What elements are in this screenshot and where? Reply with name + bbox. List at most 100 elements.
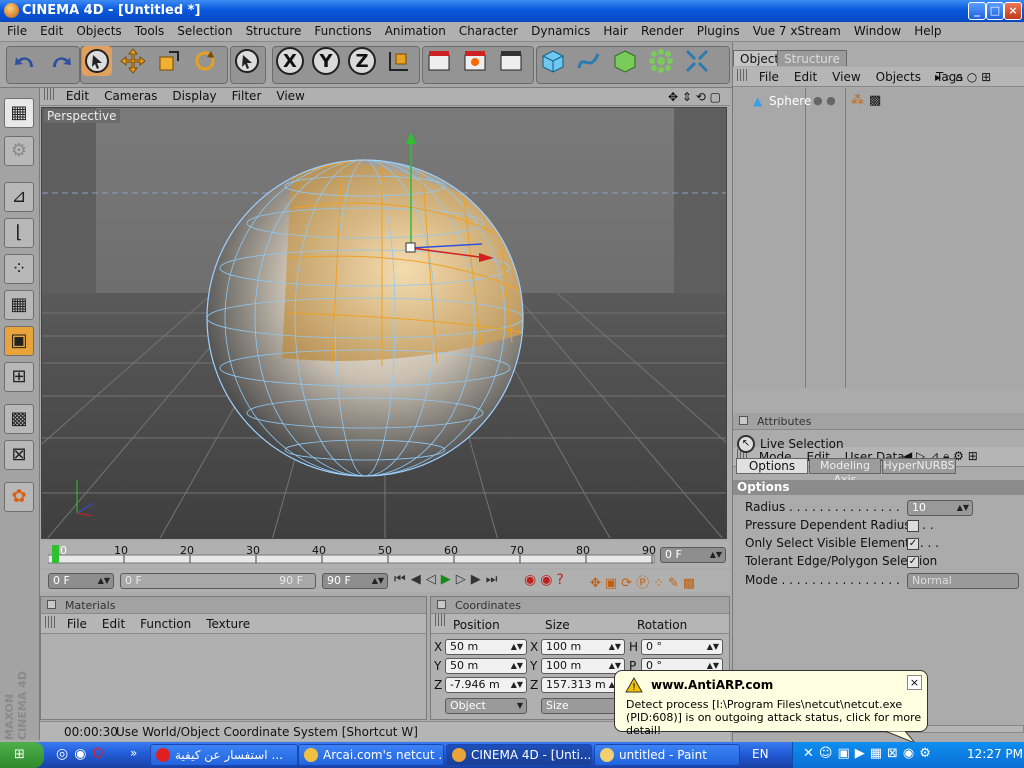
visible-elements-checkbox[interactable]: ✓ (907, 538, 919, 550)
edges-mode-icon[interactable]: ▦ (4, 290, 34, 320)
coordinate-mode-select[interactable]: Object ▼ (445, 698, 527, 714)
redo-icon[interactable] (46, 46, 76, 76)
viewport-menu-cameras[interactable]: Cameras (96, 88, 164, 103)
phong-tag-icon[interactable]: ⁂ (851, 93, 864, 108)
panel-grip-icon[interactable] (44, 88, 54, 100)
minimize-button[interactable]: _ (968, 2, 986, 20)
pressure-radius-checkbox[interactable] (907, 520, 919, 532)
spline-icon[interactable] (574, 46, 604, 76)
key-filter-icons[interactable]: ✥▣⟳Ⓟ⁘✎▩ (590, 572, 699, 591)
array-icon[interactable] (646, 46, 676, 76)
netcut-balloon-notification[interactable]: ! www.AntiARP.com × Detect process [I:\P… (614, 670, 928, 744)
coordinates-collapse-box[interactable] (437, 600, 446, 609)
texture-mode-icon[interactable]: ▩ (4, 404, 34, 434)
menu-hair[interactable]: Hair (596, 22, 634, 38)
tab-hypernurbs[interactable]: HyperNURBS (882, 458, 956, 474)
points-mode-icon[interactable]: ⁘ (4, 254, 34, 284)
move-icon[interactable] (118, 46, 148, 76)
menu-objects[interactable]: Objects (69, 22, 127, 38)
menu-edit[interactable]: Edit (33, 22, 69, 38)
menu-render[interactable]: Render (634, 22, 690, 38)
deformer-icon[interactable] (682, 46, 712, 76)
language-indicator[interactable]: EN (752, 747, 769, 761)
nurbs-icon[interactable] (610, 46, 640, 76)
playback-controls[interactable]: ⏮◀◁▶▷▶⏭ (394, 572, 502, 587)
start-frame-field[interactable]: 0 F ▲▼ (48, 573, 114, 589)
taskbar-item-opera[interactable]: استفسار عن كيفية ... (150, 744, 298, 766)
make-editable-icon[interactable]: ⚙ (4, 136, 34, 166)
x-axis-lock-icon[interactable]: X (276, 47, 304, 75)
size-z-field[interactable]: 157.313 m▲▼ (541, 677, 625, 693)
menu-help[interactable]: Help (907, 22, 947, 38)
object-mode-icon[interactable]: ⊿ (4, 182, 34, 212)
radius-field[interactable]: 10 ▲▼ (907, 500, 973, 516)
undo-icon[interactable] (10, 46, 40, 76)
tab-modeling-axis[interactable]: Modeling Axis (809, 458, 881, 486)
menu-plugins[interactable]: Plugins (690, 22, 746, 38)
animation-mode-icon[interactable]: ✿ (4, 482, 34, 512)
close-button[interactable]: × (1004, 2, 1022, 20)
render-settings-icon[interactable] (496, 46, 526, 76)
menu-file[interactable]: File (0, 22, 33, 38)
current-frame-field[interactable]: 0 F ▲▼ (660, 547, 726, 563)
end-frame-field[interactable]: 90 F ▲▼ (322, 573, 388, 589)
position-x-field[interactable]: 50 m ▲▼ (445, 639, 527, 655)
size-x-field[interactable]: 100 m ▲▼ (541, 639, 625, 655)
render-view-icon[interactable] (424, 46, 454, 76)
menu-window[interactable]: Window (847, 22, 907, 38)
perspective-viewport[interactable] (41, 107, 727, 539)
render-picture-viewer-icon[interactable] (460, 46, 490, 76)
live-selection-icon[interactable] (82, 46, 112, 76)
maximize-button[interactable]: □ (986, 2, 1004, 20)
z-axis-lock-icon[interactable]: Z (348, 47, 376, 75)
title-bar[interactable]: CINEMA 4D - [Untitled *] _ □ × (0, 0, 1024, 22)
menu-functions[interactable]: Functions (307, 22, 377, 38)
materials-menu-texture[interactable]: Texture (198, 614, 257, 631)
panel-grip-icon[interactable] (435, 614, 445, 626)
size-mode-select[interactable]: Size▼ (541, 698, 625, 714)
viewport-navigation-icons[interactable]: ✥ ⇕ ⟲ ▢ (660, 89, 728, 104)
viewport-menu-view[interactable]: View (268, 88, 311, 103)
object-list[interactable]: ▲ Sphere ● ● ⁂ ▩ (733, 88, 1024, 388)
mode-select[interactable]: Normal (907, 573, 1019, 589)
materials-menu-edit[interactable]: Edit (94, 614, 132, 631)
taskbar-item-netcut[interactable]: Arcai.com's netcut ... (298, 744, 444, 766)
objects-menu-edit[interactable]: Edit (786, 67, 824, 84)
menu-vue[interactable]: Vue 7 xStream (746, 22, 847, 38)
position-y-field[interactable]: 50 m ▲▼ (445, 658, 527, 674)
objects-menu-file[interactable]: File (751, 67, 786, 84)
rotation-h-field[interactable]: 0 ° ▲▼ (641, 639, 723, 655)
viewport-menu-display[interactable]: Display (164, 88, 223, 103)
menu-selection[interactable]: Selection (170, 22, 238, 38)
position-z-field[interactable]: -7.946 m ▲▼ (445, 677, 527, 693)
scale-icon[interactable] (154, 46, 184, 76)
y-axis-lock-icon[interactable]: Y (312, 47, 340, 75)
tolerant-selection-checkbox[interactable]: ✓ (907, 556, 919, 568)
list-item[interactable]: ▲ Sphere ● ● ⁂ ▩ (733, 92, 1024, 110)
taskbar-item-cinema4d[interactable]: CINEMA 4D - [Unti... (446, 744, 592, 766)
uv-mode-icon[interactable]: ⊞ (4, 362, 34, 392)
object-axis-mode-icon[interactable]: ⌊ (4, 218, 34, 248)
start-button[interactable]: ⊞ (0, 742, 44, 768)
tray-icons[interactable]: ✕☺▣▶▦⊠◉⚙ (803, 746, 936, 761)
tab-options[interactable]: Options (736, 458, 808, 474)
rotate-icon[interactable] (190, 46, 220, 76)
materials-collapse-box[interactable] (47, 600, 56, 609)
materials-menu-function[interactable]: Function (132, 614, 198, 631)
objects-menu-view[interactable]: View (824, 67, 867, 84)
viewport-menu-filter[interactable]: Filter (224, 88, 269, 103)
texture-tag-icon[interactable]: ▩ (869, 93, 881, 108)
range-slider[interactable]: 0 F 90 F (120, 573, 316, 589)
tab-structure[interactable]: Structure (777, 50, 847, 66)
panel-grip-icon[interactable] (737, 69, 747, 81)
taskbar-item-paint[interactable]: untitled - Paint (594, 744, 740, 766)
quick-launch-icons[interactable]: ◎◉O (56, 746, 109, 762)
objects-nav-icons[interactable]: ▸ ⌕ ⌂ ○ ⊞ (935, 70, 991, 85)
viewport-menu-edit[interactable]: Edit (58, 88, 96, 103)
objects-menu-objects[interactable]: Objects (868, 67, 928, 84)
workplane-icon[interactable]: ⊠ (4, 440, 34, 470)
menu-structure[interactable]: Structure (239, 22, 308, 38)
menu-tools[interactable]: Tools (128, 22, 171, 38)
viewport-scene[interactable] (42, 108, 727, 539)
record-keys-icons[interactable]: ◉◉? (524, 572, 568, 588)
